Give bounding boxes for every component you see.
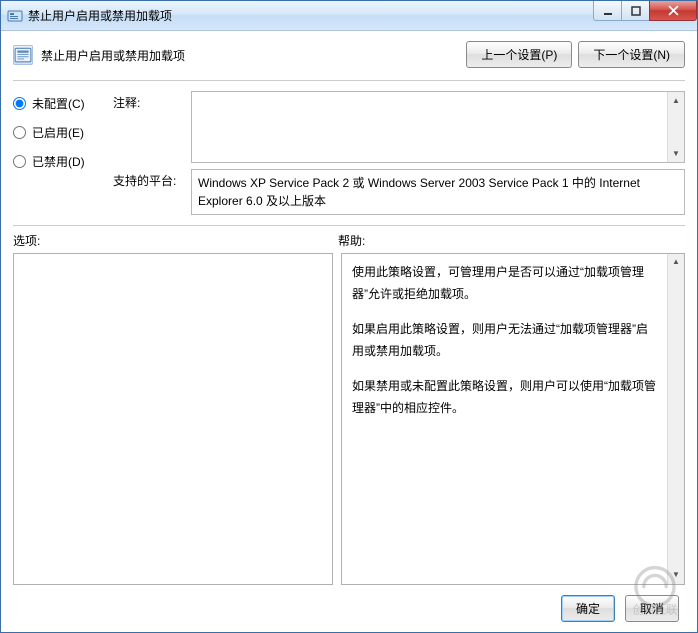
ok-button[interactable]: 确定 bbox=[561, 595, 615, 622]
lower-panels: 使用此策略设置，可管理用户是否可以通过“加载项管理器”允许或拒绝加载项。 如果启… bbox=[13, 253, 685, 585]
radio-enabled[interactable]: 已启用(E) bbox=[13, 124, 103, 141]
maximize-button[interactable] bbox=[621, 1, 650, 21]
config-area: 未配置(C) 已启用(E) 已禁用(D) 注释: ▲ bbox=[13, 91, 685, 215]
nav-buttons: 上一个设置(P) 下一个设置(N) bbox=[466, 41, 685, 68]
help-paragraph: 使用此策略设置，可管理用户是否可以通过“加载项管理器”允许或拒绝加载项。 bbox=[352, 262, 656, 305]
minimize-button[interactable] bbox=[593, 1, 622, 21]
app-icon bbox=[7, 8, 23, 24]
policy-title: 禁止用户启用或禁用加载项 bbox=[41, 45, 458, 64]
options-heading: 选项: bbox=[13, 232, 338, 249]
prev-setting-button[interactable]: 上一个设置(P) bbox=[466, 41, 572, 68]
right-column: 注释: ▲ ▼ 支持的平台: Windows XP Service Pack 2… bbox=[113, 91, 685, 215]
scroll-down-icon[interactable]: ▼ bbox=[668, 567, 684, 584]
policy-icon bbox=[13, 45, 33, 65]
radio-not-configured-label: 未配置(C) bbox=[32, 95, 85, 112]
radio-enabled-label: 已启用(E) bbox=[32, 124, 84, 141]
next-setting-button[interactable]: 下一个设置(N) bbox=[578, 41, 685, 68]
titlebar: 禁止用户启用或禁用加载项 bbox=[1, 1, 697, 31]
scroll-up-icon[interactable]: ▲ bbox=[668, 254, 684, 271]
help-heading: 帮助: bbox=[338, 232, 365, 249]
radio-disabled-input[interactable] bbox=[13, 155, 26, 168]
window-controls bbox=[594, 1, 697, 21]
header-row: 禁止用户启用或禁用加载项 上一个设置(P) 下一个设置(N) bbox=[13, 41, 685, 68]
radio-enabled-input[interactable] bbox=[13, 126, 26, 139]
footer: 确定 取消 bbox=[13, 585, 685, 624]
help-paragraph: 如果启用此策略设置，则用户无法通过“加载项管理器”启用或禁用加载项。 bbox=[352, 319, 656, 362]
divider bbox=[13, 225, 685, 226]
help-panel: 使用此策略设置，可管理用户是否可以通过“加载项管理器”允许或拒绝加载项。 如果启… bbox=[341, 253, 685, 585]
scroll-up-icon[interactable]: ▲ bbox=[668, 92, 684, 109]
platform-label: 支持的平台: bbox=[113, 169, 183, 189]
scroll-down-icon[interactable]: ▼ bbox=[668, 145, 684, 162]
help-paragraph: 如果禁用或未配置此策略设置，则用户可以使用“加载项管理器”中的相应控件。 bbox=[352, 376, 656, 419]
platform-row: 支持的平台: Windows XP Service Pack 2 或 Windo… bbox=[113, 169, 685, 215]
comment-label: 注释: bbox=[113, 91, 183, 111]
radio-not-configured-input[interactable] bbox=[13, 97, 26, 110]
comment-scrollbar[interactable]: ▲ ▼ bbox=[667, 92, 684, 162]
section-labels: 选项: 帮助: bbox=[13, 232, 685, 249]
cancel-button[interactable]: 取消 bbox=[625, 595, 679, 622]
divider bbox=[13, 80, 685, 81]
close-button[interactable] bbox=[649, 1, 697, 21]
comment-row: 注释: ▲ ▼ bbox=[113, 91, 685, 163]
options-panel[interactable] bbox=[13, 253, 333, 585]
platform-text: Windows XP Service Pack 2 或 Windows Serv… bbox=[191, 169, 685, 215]
radio-disabled[interactable]: 已禁用(D) bbox=[13, 153, 103, 170]
dialog-window: 禁止用户启用或禁用加载项 禁止用户启用或禁用加载项 上一个设置(P) 下一个设置… bbox=[0, 0, 698, 633]
comment-input[interactable]: ▲ ▼ bbox=[191, 91, 685, 163]
radio-disabled-label: 已禁用(D) bbox=[32, 153, 85, 170]
help-scrollbar[interactable]: ▲ ▼ bbox=[667, 254, 684, 584]
state-radio-group: 未配置(C) 已启用(E) 已禁用(D) bbox=[13, 91, 103, 215]
radio-not-configured[interactable]: 未配置(C) bbox=[13, 95, 103, 112]
dialog-content: 禁止用户启用或禁用加载项 上一个设置(P) 下一个设置(N) 未配置(C) 已启… bbox=[1, 31, 697, 632]
